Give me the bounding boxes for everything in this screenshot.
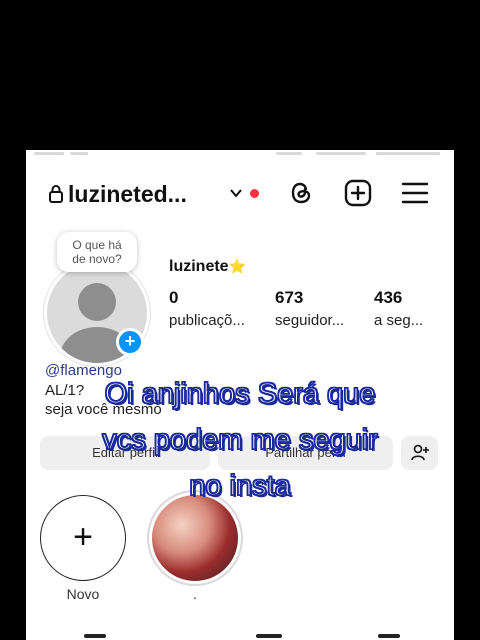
posts-count[interactable]: 0 xyxy=(169,288,178,308)
plus-icon: + xyxy=(73,518,93,556)
add-story-plus-icon[interactable]: + xyxy=(116,328,144,356)
username-switcher[interactable]: luzineted... xyxy=(68,181,187,208)
display-name-text: luzinete xyxy=(169,258,229,275)
bio-line-mention[interactable]: @flamengo xyxy=(45,362,122,379)
following-count[interactable]: 436 xyxy=(374,288,402,308)
menu-icon[interactable] xyxy=(400,178,430,208)
new-highlight-button[interactable]: + xyxy=(40,495,126,581)
bottom-nav-partial xyxy=(26,630,454,640)
note-text-line1: O que há xyxy=(72,238,122,252)
plus-square-icon[interactable] xyxy=(343,178,373,208)
chevron-down-icon[interactable] xyxy=(229,186,243,200)
note-text-line2: de novo? xyxy=(72,252,122,266)
followers-count[interactable]: 673 xyxy=(275,288,303,308)
posts-label[interactable]: publicaçõ... xyxy=(169,312,245,329)
notification-dot xyxy=(250,189,259,198)
star-icon: ⭐ xyxy=(228,258,246,274)
display-name: luzinete⭐ xyxy=(169,258,246,276)
note-bubble[interactable]: O que há de novo? xyxy=(57,232,137,272)
caption-line3: no insta xyxy=(188,469,291,503)
caption-line1: Oi anjinhos Será que xyxy=(104,377,376,411)
status-bar xyxy=(26,150,454,164)
highlight-thumbnail[interactable] xyxy=(152,495,238,581)
lock-icon xyxy=(49,185,63,203)
caption-line2: vcs podem me seguir xyxy=(101,423,378,457)
highlight-label-2: . xyxy=(193,586,197,602)
threads-icon[interactable] xyxy=(286,178,316,208)
highlight-label-new: Novo xyxy=(66,586,100,602)
followers-label[interactable]: seguidor... xyxy=(275,312,344,329)
avatar-head-shape xyxy=(78,283,116,321)
following-label[interactable]: a seg... xyxy=(374,312,423,329)
profile-header: luzineted... xyxy=(26,172,454,216)
